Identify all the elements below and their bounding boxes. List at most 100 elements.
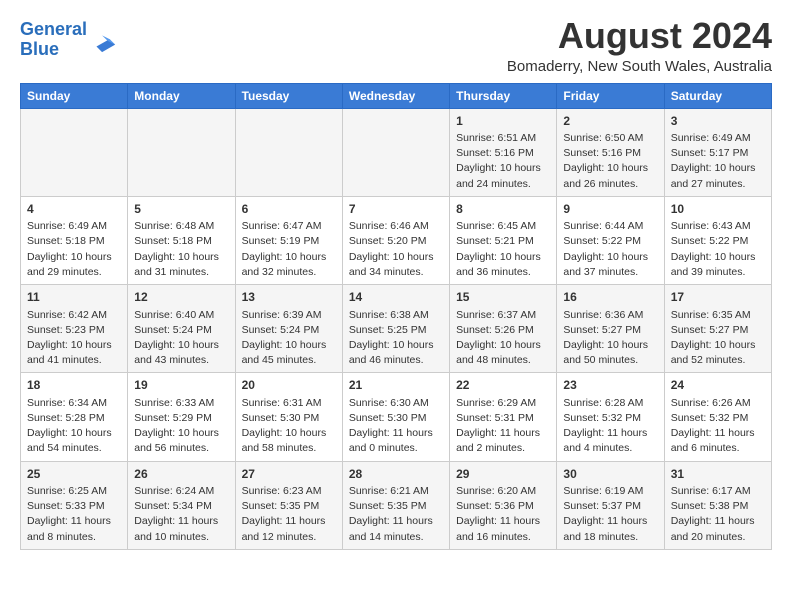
day-content-line: Sunrise: 6:24 AM bbox=[134, 484, 228, 499]
day-content-line: Sunset: 5:32 PM bbox=[563, 411, 657, 426]
day-content-line: and 46 minutes. bbox=[349, 353, 443, 368]
day-content-line: Sunrise: 6:33 AM bbox=[134, 396, 228, 411]
day-content-line: Sunrise: 6:21 AM bbox=[349, 484, 443, 499]
calendar-cell: 26Sunrise: 6:24 AMSunset: 5:34 PMDayligh… bbox=[128, 461, 235, 549]
day-content-line: and 50 minutes. bbox=[563, 353, 657, 368]
calendar-cell: 2Sunrise: 6:50 AMSunset: 5:16 PMDaylight… bbox=[557, 108, 664, 196]
day-content-line: Sunset: 5:33 PM bbox=[27, 499, 121, 514]
day-content-line: Daylight: 10 hours bbox=[456, 161, 550, 176]
weekday-header-saturday: Saturday bbox=[664, 83, 771, 108]
day-number: 31 bbox=[671, 466, 765, 483]
week-row-4: 18Sunrise: 6:34 AMSunset: 5:28 PMDayligh… bbox=[21, 373, 772, 461]
day-number: 20 bbox=[242, 377, 336, 394]
day-content-line: Daylight: 11 hours bbox=[349, 514, 443, 529]
day-content-line: and 29 minutes. bbox=[27, 265, 121, 280]
day-number: 30 bbox=[563, 466, 657, 483]
day-content-line: Sunrise: 6:42 AM bbox=[27, 308, 121, 323]
calendar-cell: 13Sunrise: 6:39 AMSunset: 5:24 PMDayligh… bbox=[235, 285, 342, 373]
day-content-line: and 12 minutes. bbox=[242, 530, 336, 545]
day-content-line: and 41 minutes. bbox=[27, 353, 121, 368]
day-content-line: Daylight: 11 hours bbox=[27, 514, 121, 529]
day-content-line: and 20 minutes. bbox=[671, 530, 765, 545]
calendar-cell: 3Sunrise: 6:49 AMSunset: 5:17 PMDaylight… bbox=[664, 108, 771, 196]
day-content-line: Sunrise: 6:44 AM bbox=[563, 219, 657, 234]
calendar-cell: 29Sunrise: 6:20 AMSunset: 5:36 PMDayligh… bbox=[450, 461, 557, 549]
calendar-cell bbox=[21, 108, 128, 196]
day-content-line: Sunrise: 6:48 AM bbox=[134, 219, 228, 234]
day-content-line: and 2 minutes. bbox=[456, 441, 550, 456]
day-content-line: Daylight: 10 hours bbox=[242, 250, 336, 265]
day-content-line: and 56 minutes. bbox=[134, 441, 228, 456]
day-content-line: and 43 minutes. bbox=[134, 353, 228, 368]
day-content-line: Sunset: 5:21 PM bbox=[456, 234, 550, 249]
calendar-cell: 5Sunrise: 6:48 AMSunset: 5:18 PMDaylight… bbox=[128, 196, 235, 284]
header-row: SundayMondayTuesdayWednesdayThursdayFrid… bbox=[21, 83, 772, 108]
day-content-line: Daylight: 10 hours bbox=[349, 250, 443, 265]
calendar-cell: 27Sunrise: 6:23 AMSunset: 5:35 PMDayligh… bbox=[235, 461, 342, 549]
day-content-line: Daylight: 10 hours bbox=[563, 161, 657, 176]
day-content-line: Daylight: 10 hours bbox=[27, 250, 121, 265]
day-content-line: Sunset: 5:20 PM bbox=[349, 234, 443, 249]
day-content-line: Sunset: 5:24 PM bbox=[134, 323, 228, 338]
day-content-line: Sunrise: 6:50 AM bbox=[563, 131, 657, 146]
day-number: 23 bbox=[563, 377, 657, 394]
day-content-line: Sunset: 5:22 PM bbox=[563, 234, 657, 249]
day-content-line: Sunrise: 6:23 AM bbox=[242, 484, 336, 499]
day-content-line: and 27 minutes. bbox=[671, 177, 765, 192]
weekday-header-friday: Friday bbox=[557, 83, 664, 108]
day-content-line: Sunrise: 6:29 AM bbox=[456, 396, 550, 411]
day-content-line: Sunrise: 6:51 AM bbox=[456, 131, 550, 146]
day-content-line: Sunrise: 6:39 AM bbox=[242, 308, 336, 323]
day-content-line: Daylight: 11 hours bbox=[456, 514, 550, 529]
day-content-line: Sunrise: 6:38 AM bbox=[349, 308, 443, 323]
day-content-line: Sunset: 5:32 PM bbox=[671, 411, 765, 426]
week-row-3: 11Sunrise: 6:42 AMSunset: 5:23 PMDayligh… bbox=[21, 285, 772, 373]
day-content-line: Sunset: 5:35 PM bbox=[242, 499, 336, 514]
day-content-line: Sunset: 5:34 PM bbox=[134, 499, 228, 514]
weekday-header-monday: Monday bbox=[128, 83, 235, 108]
day-content-line: and 31 minutes. bbox=[134, 265, 228, 280]
calendar-cell: 30Sunrise: 6:19 AMSunset: 5:37 PMDayligh… bbox=[557, 461, 664, 549]
day-number: 26 bbox=[134, 466, 228, 483]
day-content-line: Daylight: 11 hours bbox=[671, 426, 765, 441]
weekday-header-wednesday: Wednesday bbox=[342, 83, 449, 108]
day-content-line: Sunset: 5:30 PM bbox=[242, 411, 336, 426]
day-number: 24 bbox=[671, 377, 765, 394]
day-number: 19 bbox=[134, 377, 228, 394]
calendar-cell: 8Sunrise: 6:45 AMSunset: 5:21 PMDaylight… bbox=[450, 196, 557, 284]
calendar-cell: 9Sunrise: 6:44 AMSunset: 5:22 PMDaylight… bbox=[557, 196, 664, 284]
day-number: 4 bbox=[27, 201, 121, 218]
header: General Blue August 2024 Bomaderry, New … bbox=[20, 16, 772, 75]
day-content-line: and 0 minutes. bbox=[349, 441, 443, 456]
day-content-line: Sunset: 5:19 PM bbox=[242, 234, 336, 249]
calendar-cell: 6Sunrise: 6:47 AMSunset: 5:19 PMDaylight… bbox=[235, 196, 342, 284]
calendar-cell: 16Sunrise: 6:36 AMSunset: 5:27 PMDayligh… bbox=[557, 285, 664, 373]
day-content-line: Sunrise: 6:35 AM bbox=[671, 308, 765, 323]
day-content-line: Daylight: 11 hours bbox=[671, 514, 765, 529]
day-content-line: Daylight: 10 hours bbox=[671, 338, 765, 353]
day-content-line: and 48 minutes. bbox=[456, 353, 550, 368]
day-number: 28 bbox=[349, 466, 443, 483]
calendar-cell: 23Sunrise: 6:28 AMSunset: 5:32 PMDayligh… bbox=[557, 373, 664, 461]
calendar-cell: 1Sunrise: 6:51 AMSunset: 5:16 PMDaylight… bbox=[450, 108, 557, 196]
day-content-line: Sunset: 5:37 PM bbox=[563, 499, 657, 514]
day-content-line: and 52 minutes. bbox=[671, 353, 765, 368]
week-row-2: 4Sunrise: 6:49 AMSunset: 5:18 PMDaylight… bbox=[21, 196, 772, 284]
calendar-cell: 12Sunrise: 6:40 AMSunset: 5:24 PMDayligh… bbox=[128, 285, 235, 373]
day-content-line: Sunset: 5:18 PM bbox=[27, 234, 121, 249]
calendar-cell bbox=[342, 108, 449, 196]
week-row-1: 1Sunrise: 6:51 AMSunset: 5:16 PMDaylight… bbox=[21, 108, 772, 196]
day-number: 1 bbox=[456, 113, 550, 130]
day-content-line: and 39 minutes. bbox=[671, 265, 765, 280]
calendar-table: SundayMondayTuesdayWednesdayThursdayFrid… bbox=[20, 83, 772, 550]
day-content-line: Daylight: 10 hours bbox=[134, 250, 228, 265]
day-content-line: Sunset: 5:31 PM bbox=[456, 411, 550, 426]
day-content-line: Sunrise: 6:20 AM bbox=[456, 484, 550, 499]
day-content-line: Daylight: 10 hours bbox=[456, 338, 550, 353]
day-content-line: Sunrise: 6:46 AM bbox=[349, 219, 443, 234]
day-content-line: Sunrise: 6:26 AM bbox=[671, 396, 765, 411]
day-number: 16 bbox=[563, 289, 657, 306]
calendar-cell: 10Sunrise: 6:43 AMSunset: 5:22 PMDayligh… bbox=[664, 196, 771, 284]
day-content-line: Sunset: 5:35 PM bbox=[349, 499, 443, 514]
day-content-line: Daylight: 10 hours bbox=[671, 250, 765, 265]
